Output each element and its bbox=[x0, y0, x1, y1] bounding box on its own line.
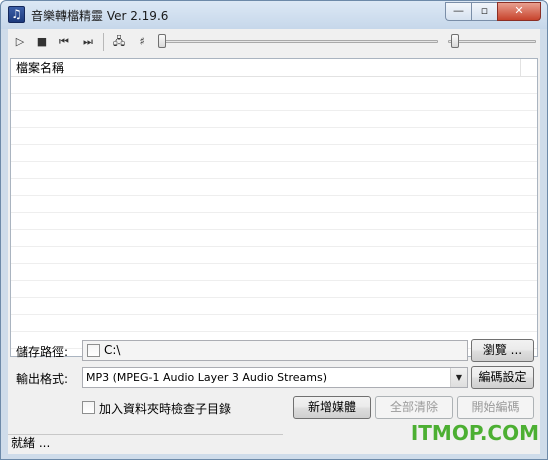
volume-slider-track[interactable] bbox=[448, 40, 536, 43]
output-format-label: 輸出格式: bbox=[16, 372, 69, 386]
list-rows[interactable] bbox=[11, 77, 537, 356]
include-subfolders-checkbox[interactable] bbox=[82, 401, 95, 414]
save-path-checkbox[interactable] bbox=[87, 344, 100, 357]
add-media-button[interactable]: 新增媒體 bbox=[293, 396, 371, 419]
browse-button[interactable]: 瀏覽 ... bbox=[471, 339, 534, 362]
include-subfolders-label[interactable]: 加入資料夾時檢查子目錄 bbox=[99, 400, 231, 417]
file-list[interactable]: 檔案名稱 bbox=[10, 58, 538, 357]
maximize-button[interactable]: ▫ bbox=[471, 2, 497, 21]
save-path-label: 儲存路徑: bbox=[16, 345, 69, 359]
stop-icon[interactable]: ■ bbox=[33, 33, 51, 51]
start-encode-button[interactable]: 開始編碼 bbox=[457, 396, 534, 419]
equalizer-icon[interactable]: ♯ bbox=[133, 33, 151, 51]
clear-all-button[interactable]: 全部清除 bbox=[375, 396, 453, 419]
chevron-down-icon[interactable]: ▼ bbox=[450, 368, 467, 387]
next-track-icon[interactable]: ⏭ bbox=[79, 33, 97, 51]
seek-slider-track[interactable] bbox=[160, 40, 438, 43]
output-format-value: MP3 (MPEG-1 Audio Layer 3 Audio Streams) bbox=[86, 371, 327, 384]
column-header-filler bbox=[521, 59, 537, 77]
save-path-field[interactable]: C:\ bbox=[82, 340, 468, 361]
volume-slider-thumb[interactable] bbox=[451, 34, 459, 48]
network-settings-icon[interactable]: 🖧 bbox=[110, 33, 128, 51]
close-button[interactable]: ✕ bbox=[497, 2, 541, 21]
previous-track-icon[interactable]: ⏮ bbox=[55, 33, 73, 51]
app-window: ♫ 音樂轉檔精靈 Ver 2.19.6 — ▫ ✕ ▷ ■ ⏮ ⏭ 🖧 ♯ 檔案… bbox=[0, 0, 548, 460]
status-text: 就緒 ... bbox=[8, 434, 283, 452]
window-title: 音樂轉檔精靈 Ver 2.19.6 bbox=[31, 9, 169, 23]
play-icon[interactable]: ▷ bbox=[11, 33, 29, 51]
list-header: 檔案名稱 bbox=[11, 59, 537, 77]
music-note-icon: ♫ bbox=[8, 6, 25, 23]
output-format-select[interactable]: MP3 (MPEG-1 Audio Layer 3 Audio Streams)… bbox=[82, 367, 468, 388]
watermark-logo: ITMOP.COM bbox=[410, 421, 539, 445]
client-area: ▷ ■ ⏮ ⏭ 🖧 ♯ 檔案名稱 儲存路徑: C:\ 瀏覽 ... 輸出格式: bbox=[8, 29, 540, 454]
encode-settings-button[interactable]: 編碼設定 bbox=[471, 366, 534, 389]
minimize-button[interactable]: — bbox=[445, 2, 471, 21]
save-path-value: C:\ bbox=[104, 343, 121, 357]
window-controls: — ▫ ✕ bbox=[445, 2, 541, 21]
toolbar: ▷ ■ ⏮ ⏭ 🖧 ♯ bbox=[8, 29, 540, 54]
column-header-filename[interactable]: 檔案名稱 bbox=[11, 59, 521, 77]
seek-slider-thumb[interactable] bbox=[158, 34, 166, 48]
title-bar[interactable]: ♫ 音樂轉檔精靈 Ver 2.19.6 — ▫ ✕ bbox=[1, 1, 547, 29]
toolbar-separator bbox=[103, 33, 104, 51]
